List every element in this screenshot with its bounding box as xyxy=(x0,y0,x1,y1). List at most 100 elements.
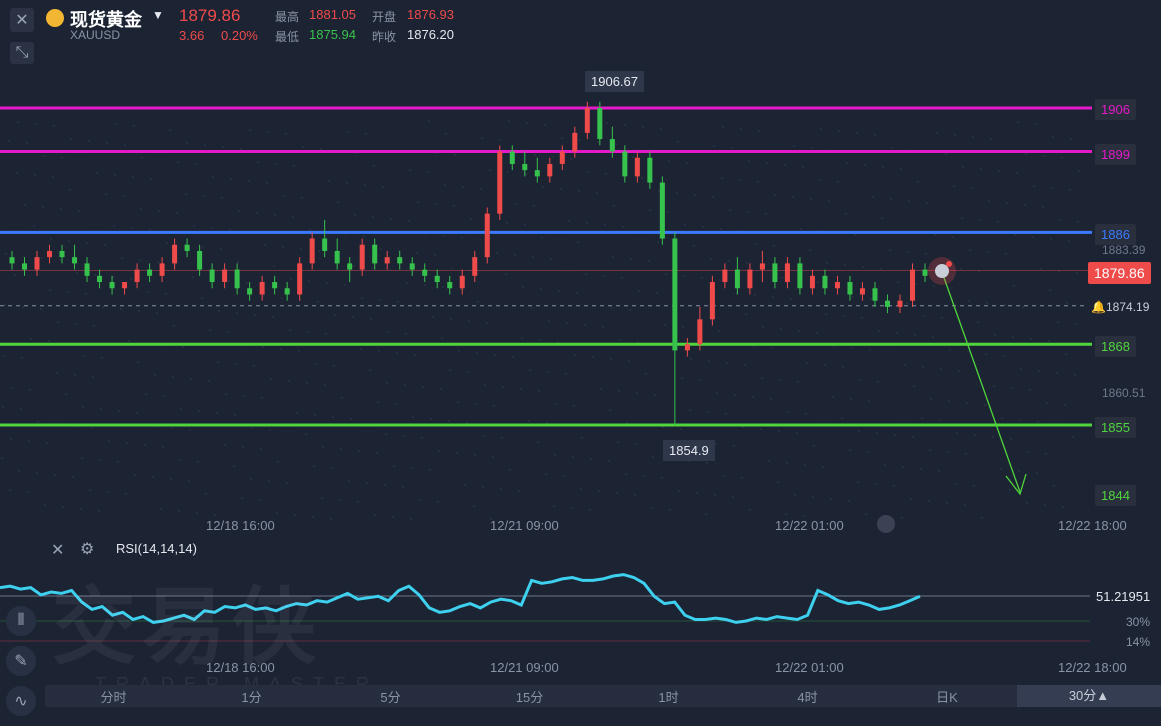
bg-dot xyxy=(325,333,327,335)
bg-dot xyxy=(1,457,3,459)
bg-dot xyxy=(334,314,336,316)
bg-dot xyxy=(938,470,940,472)
bg-dot xyxy=(910,498,912,500)
tab-1min[interactable]: 1分 xyxy=(182,687,321,706)
tab-fenshi[interactable]: 分时 xyxy=(45,687,182,706)
bg-dot xyxy=(524,224,526,226)
bg-dot xyxy=(777,481,779,483)
bg-dot xyxy=(34,174,36,176)
bg-dot xyxy=(512,356,514,358)
bg-dot xyxy=(428,120,430,122)
bg-dot xyxy=(566,322,568,324)
bg-dot xyxy=(152,476,154,478)
bg-dot xyxy=(762,326,764,328)
scroll-to-latest-icon[interactable] xyxy=(877,515,895,533)
bg-dot xyxy=(183,295,185,297)
line-chart-icon[interactable]: ∿ xyxy=(6,686,36,716)
bg-dot xyxy=(391,167,393,169)
tab-5min[interactable]: 5分 xyxy=(321,687,460,706)
rsi-settings-icon[interactable]: ⚙ xyxy=(80,539,94,559)
tab-15min[interactable]: 15分 xyxy=(460,687,599,706)
bg-dot xyxy=(387,331,389,333)
bg-dot xyxy=(917,181,919,183)
bg-dot xyxy=(758,130,760,132)
bg-dot xyxy=(912,436,914,438)
bg-dot xyxy=(857,481,859,483)
bg-dot xyxy=(373,165,375,167)
candle-body xyxy=(297,263,303,295)
bg-dot xyxy=(586,222,588,224)
rsi-close-icon[interactable]: ✕ xyxy=(51,540,64,560)
bg-dot xyxy=(353,265,355,267)
tab-daily[interactable]: 日K xyxy=(877,687,1017,706)
bg-dot xyxy=(887,351,889,353)
bg-dot xyxy=(975,383,977,385)
bg-dot xyxy=(390,218,392,220)
bg-dot xyxy=(16,172,18,174)
bg-dot xyxy=(412,416,414,418)
bg-dot xyxy=(249,129,251,131)
bg-dot xyxy=(404,384,406,386)
bg-dot xyxy=(289,329,291,331)
bg-dot xyxy=(1009,489,1011,491)
bg-dot xyxy=(448,420,450,422)
bg-dot xyxy=(89,489,91,491)
tab-30min-selected[interactable]: 30分▲ xyxy=(1017,685,1161,707)
price-change-pct: 0.20% xyxy=(221,28,258,43)
tab-1h[interactable]: 1时 xyxy=(599,687,738,706)
bg-dot xyxy=(463,135,465,137)
bg-dot xyxy=(527,471,529,473)
bg-dot xyxy=(822,466,824,468)
bg-dot xyxy=(30,338,32,340)
bg-dot xyxy=(1056,372,1058,374)
candle-body xyxy=(159,263,165,276)
bg-dot xyxy=(313,465,315,467)
period-bar: 分时 1分 5分 15分 1时 4时 日K 30分▲ xyxy=(45,685,1161,707)
bg-dot xyxy=(579,139,581,141)
bg-dot xyxy=(877,381,879,383)
bg-dot xyxy=(238,210,240,212)
bg-dot xyxy=(1011,387,1013,389)
bg-dot xyxy=(95,223,97,225)
bg-dot xyxy=(294,514,296,516)
bg-dot xyxy=(280,348,282,350)
bg-dot xyxy=(605,173,607,175)
bg-dot xyxy=(83,355,85,357)
bg-dot xyxy=(671,407,673,409)
bg-dot xyxy=(609,409,611,411)
chevron-down-icon[interactable]: ▼ xyxy=(152,8,164,22)
tab-4h[interactable]: 4时 xyxy=(738,687,877,706)
bg-dot xyxy=(973,485,975,487)
bg-dot xyxy=(328,180,330,182)
bg-dot xyxy=(1017,121,1019,123)
bg-dot xyxy=(383,135,385,137)
bell-icon[interactable]: 🔔 xyxy=(1091,300,1106,314)
pencil-icon[interactable]: ✎ xyxy=(6,646,36,676)
bg-dot xyxy=(935,183,937,185)
candle-body xyxy=(609,139,615,152)
bg-dot xyxy=(727,311,729,313)
time-tick-4: 12/22 18:00 xyxy=(1058,518,1127,533)
bg-dot xyxy=(374,514,376,516)
bg-dot xyxy=(585,273,587,275)
bg-dot xyxy=(37,421,39,423)
bg-dot xyxy=(422,386,424,388)
close-icon[interactable]: ✕ xyxy=(10,8,34,32)
bg-dot xyxy=(739,179,741,181)
price-tick-1883: 1883.39 xyxy=(1102,243,1146,257)
bg-dot xyxy=(144,444,146,446)
bg-dot xyxy=(229,229,231,231)
bg-dot xyxy=(842,366,844,368)
alert-price-tag[interactable]: 1874.19 xyxy=(1106,300,1149,314)
bg-dot xyxy=(618,390,620,392)
bg-dot xyxy=(461,237,463,239)
indicator-icon[interactable]: ⦀ xyxy=(6,606,36,636)
bg-dot xyxy=(658,190,660,192)
bg-dot xyxy=(241,497,243,499)
collapse-icon[interactable]: ⤡ xyxy=(10,42,34,64)
bg-dot xyxy=(405,333,407,335)
bg-dot xyxy=(981,517,983,519)
bg-dot xyxy=(293,165,295,167)
bg-dot xyxy=(891,147,893,149)
bg-dot xyxy=(923,315,925,317)
